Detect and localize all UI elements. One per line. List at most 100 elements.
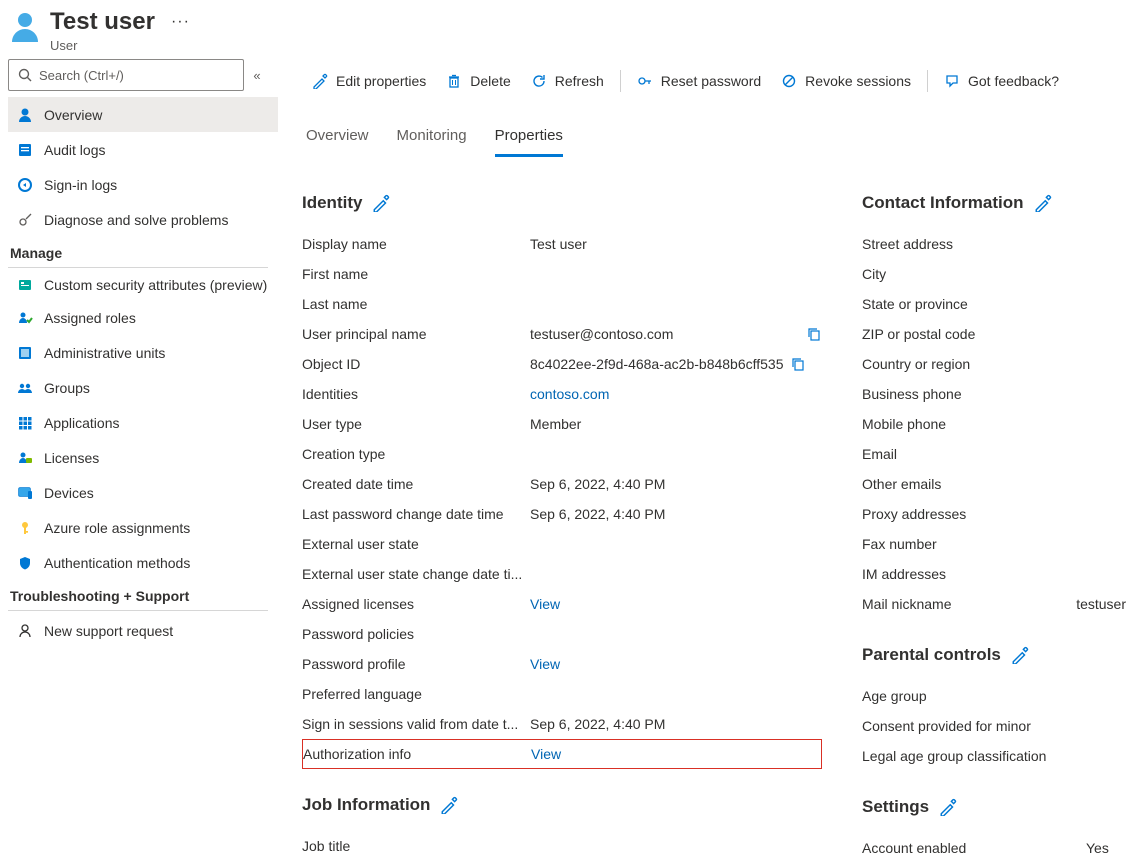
search-icon bbox=[17, 67, 33, 83]
reset-password-button[interactable]: Reset password bbox=[627, 65, 771, 97]
sidebar-item-label: Custom security attributes (preview) bbox=[44, 276, 267, 294]
tool-label: Revoke sessions bbox=[805, 73, 911, 89]
copy-upn-button[interactable] bbox=[806, 326, 822, 342]
user-avatar-icon bbox=[8, 10, 42, 44]
sidebar-item-label: Applications bbox=[44, 415, 120, 431]
prop-ext-state-date-label: External user state change date ti... bbox=[302, 566, 530, 582]
copy-oid-button[interactable] bbox=[790, 356, 806, 372]
section-parental: Parental controls bbox=[862, 645, 1126, 665]
prop-signin-valid-label: Sign in sessions valid from date t... bbox=[302, 716, 530, 732]
edit-properties-button[interactable]: Edit properties bbox=[302, 65, 436, 97]
refresh-icon bbox=[531, 73, 547, 89]
sidebar-item-admin-units[interactable]: Administrative units bbox=[8, 335, 278, 370]
delete-icon bbox=[446, 73, 462, 89]
section-title: Job Information bbox=[302, 795, 430, 815]
sidebar-item-new-support[interactable]: New support request bbox=[8, 613, 278, 648]
prop-age-label: Age group bbox=[862, 688, 1086, 704]
sidebar-item-label: Diagnose and solve problems bbox=[44, 212, 228, 228]
licenses-icon bbox=[16, 449, 34, 467]
sidebar-item-assigned-roles[interactable]: Assigned roles bbox=[8, 300, 278, 335]
sidebar-item-label: Assigned roles bbox=[44, 310, 136, 326]
prop-fax-label: Fax number bbox=[862, 536, 1086, 552]
sidebar-item-label: Overview bbox=[44, 107, 102, 123]
tab-overview[interactable]: Overview bbox=[306, 121, 369, 157]
view-authorization-info-link[interactable]: View bbox=[531, 746, 821, 762]
prop-user-type-label: User type bbox=[302, 416, 530, 432]
prop-first-name-label: First name bbox=[302, 266, 530, 282]
search-input[interactable]: Search (Ctrl+/) bbox=[8, 59, 244, 91]
edit-contact-button[interactable] bbox=[1034, 194, 1052, 212]
page-title: Test user bbox=[50, 8, 155, 36]
tab-properties[interactable]: Properties bbox=[495, 121, 563, 157]
edit-settings-button[interactable] bbox=[939, 798, 957, 816]
delete-button[interactable]: Delete bbox=[436, 65, 520, 97]
prop-pref-lang-label: Preferred language bbox=[302, 686, 530, 702]
prop-identities-value[interactable]: contoso.com bbox=[530, 386, 822, 402]
person-icon bbox=[16, 106, 34, 124]
roles-icon bbox=[16, 309, 34, 327]
admin-units-icon bbox=[16, 344, 34, 362]
more-actions-button[interactable]: ··· bbox=[171, 13, 190, 31]
sidebar-group-troubleshooting: Troubleshooting + Support bbox=[8, 580, 278, 610]
prop-email-label: Email bbox=[862, 446, 1086, 462]
prop-zip-label: ZIP or postal code bbox=[862, 326, 1086, 342]
support-icon bbox=[16, 622, 34, 640]
sidebar-item-label: Administrative units bbox=[44, 345, 165, 361]
signin-icon bbox=[16, 176, 34, 194]
key-icon bbox=[16, 519, 34, 537]
sidebar-item-label: Devices bbox=[44, 485, 94, 501]
prop-bphone-label: Business phone bbox=[862, 386, 1086, 402]
view-assigned-licenses-link[interactable]: View bbox=[530, 596, 822, 612]
sidebar-item-signin-logs[interactable]: Sign-in logs bbox=[8, 167, 278, 202]
sidebar-item-label: Licenses bbox=[44, 450, 99, 466]
prop-assigned-lic-label: Assigned licenses bbox=[302, 596, 530, 612]
revoke-icon bbox=[781, 73, 797, 89]
edit-parental-button[interactable] bbox=[1011, 646, 1029, 664]
revoke-sessions-button[interactable]: Revoke sessions bbox=[771, 65, 921, 97]
sidebar-item-groups[interactable]: Groups bbox=[8, 370, 278, 405]
sidebar-item-azure-roles[interactable]: Azure role assignments bbox=[8, 510, 278, 545]
sidebar-item-audit-logs[interactable]: Audit logs bbox=[8, 132, 278, 167]
feedback-icon bbox=[944, 73, 960, 89]
prop-display-name-label: Display name bbox=[302, 236, 530, 252]
sidebar-item-licenses[interactable]: Licenses bbox=[8, 440, 278, 475]
prop-oemails-label: Other emails bbox=[862, 476, 1086, 492]
edit-job-button[interactable] bbox=[440, 796, 458, 814]
tool-label: Delete bbox=[470, 73, 510, 89]
prop-oid-value: 8c4022ee-2f9d-468a-ac2b-b848b6cff535 bbox=[530, 356, 784, 372]
tab-monitoring[interactable]: Monitoring bbox=[397, 121, 467, 157]
prop-pw-profile-label: Password profile bbox=[302, 656, 530, 672]
prop-country-label: Country or region bbox=[862, 356, 1086, 372]
devices-icon bbox=[16, 484, 34, 502]
collapse-sidebar-button[interactable]: « bbox=[244, 68, 270, 83]
sidebar-group-manage: Manage bbox=[8, 237, 278, 267]
section-title: Contact Information bbox=[862, 193, 1024, 213]
section-contact-info: Contact Information bbox=[862, 193, 1126, 213]
prop-last-name-label: Last name bbox=[302, 296, 530, 312]
sidebar-item-diagnose[interactable]: Diagnose and solve problems bbox=[8, 202, 278, 237]
sidebar-item-custom-security[interactable]: Custom security attributes (preview) bbox=[8, 270, 278, 300]
prop-acct-enabled-value: Yes bbox=[1086, 840, 1126, 856]
tool-label: Got feedback? bbox=[968, 73, 1059, 89]
prop-auth-info-label: Authorization info bbox=[303, 746, 531, 762]
edit-identity-button[interactable] bbox=[372, 194, 390, 212]
sidebar-item-applications[interactable]: Applications bbox=[8, 405, 278, 440]
section-title: Parental controls bbox=[862, 645, 1001, 665]
prop-display-name-value: Test user bbox=[530, 236, 822, 252]
prop-street-label: Street address bbox=[862, 236, 1086, 252]
authorization-info-row-highlighted: Authorization info View bbox=[302, 739, 822, 769]
sidebar-item-overview[interactable]: Overview bbox=[8, 97, 278, 132]
section-title: Identity bbox=[302, 193, 362, 213]
toolbar-separator bbox=[927, 70, 928, 92]
sidebar-item-devices[interactable]: Devices bbox=[8, 475, 278, 510]
refresh-button[interactable]: Refresh bbox=[521, 65, 614, 97]
search-placeholder: Search (Ctrl+/) bbox=[39, 68, 124, 83]
book-icon bbox=[16, 141, 34, 159]
tool-label: Refresh bbox=[555, 73, 604, 89]
wrench-icon bbox=[16, 211, 34, 229]
sidebar-item-label: Audit logs bbox=[44, 142, 105, 158]
feedback-button[interactable]: Got feedback? bbox=[934, 65, 1069, 97]
view-password-profile-link[interactable]: View bbox=[530, 656, 822, 672]
sidebar-item-auth-methods[interactable]: Authentication methods bbox=[8, 545, 278, 580]
prop-consent-label: Consent provided for minor bbox=[862, 718, 1086, 734]
